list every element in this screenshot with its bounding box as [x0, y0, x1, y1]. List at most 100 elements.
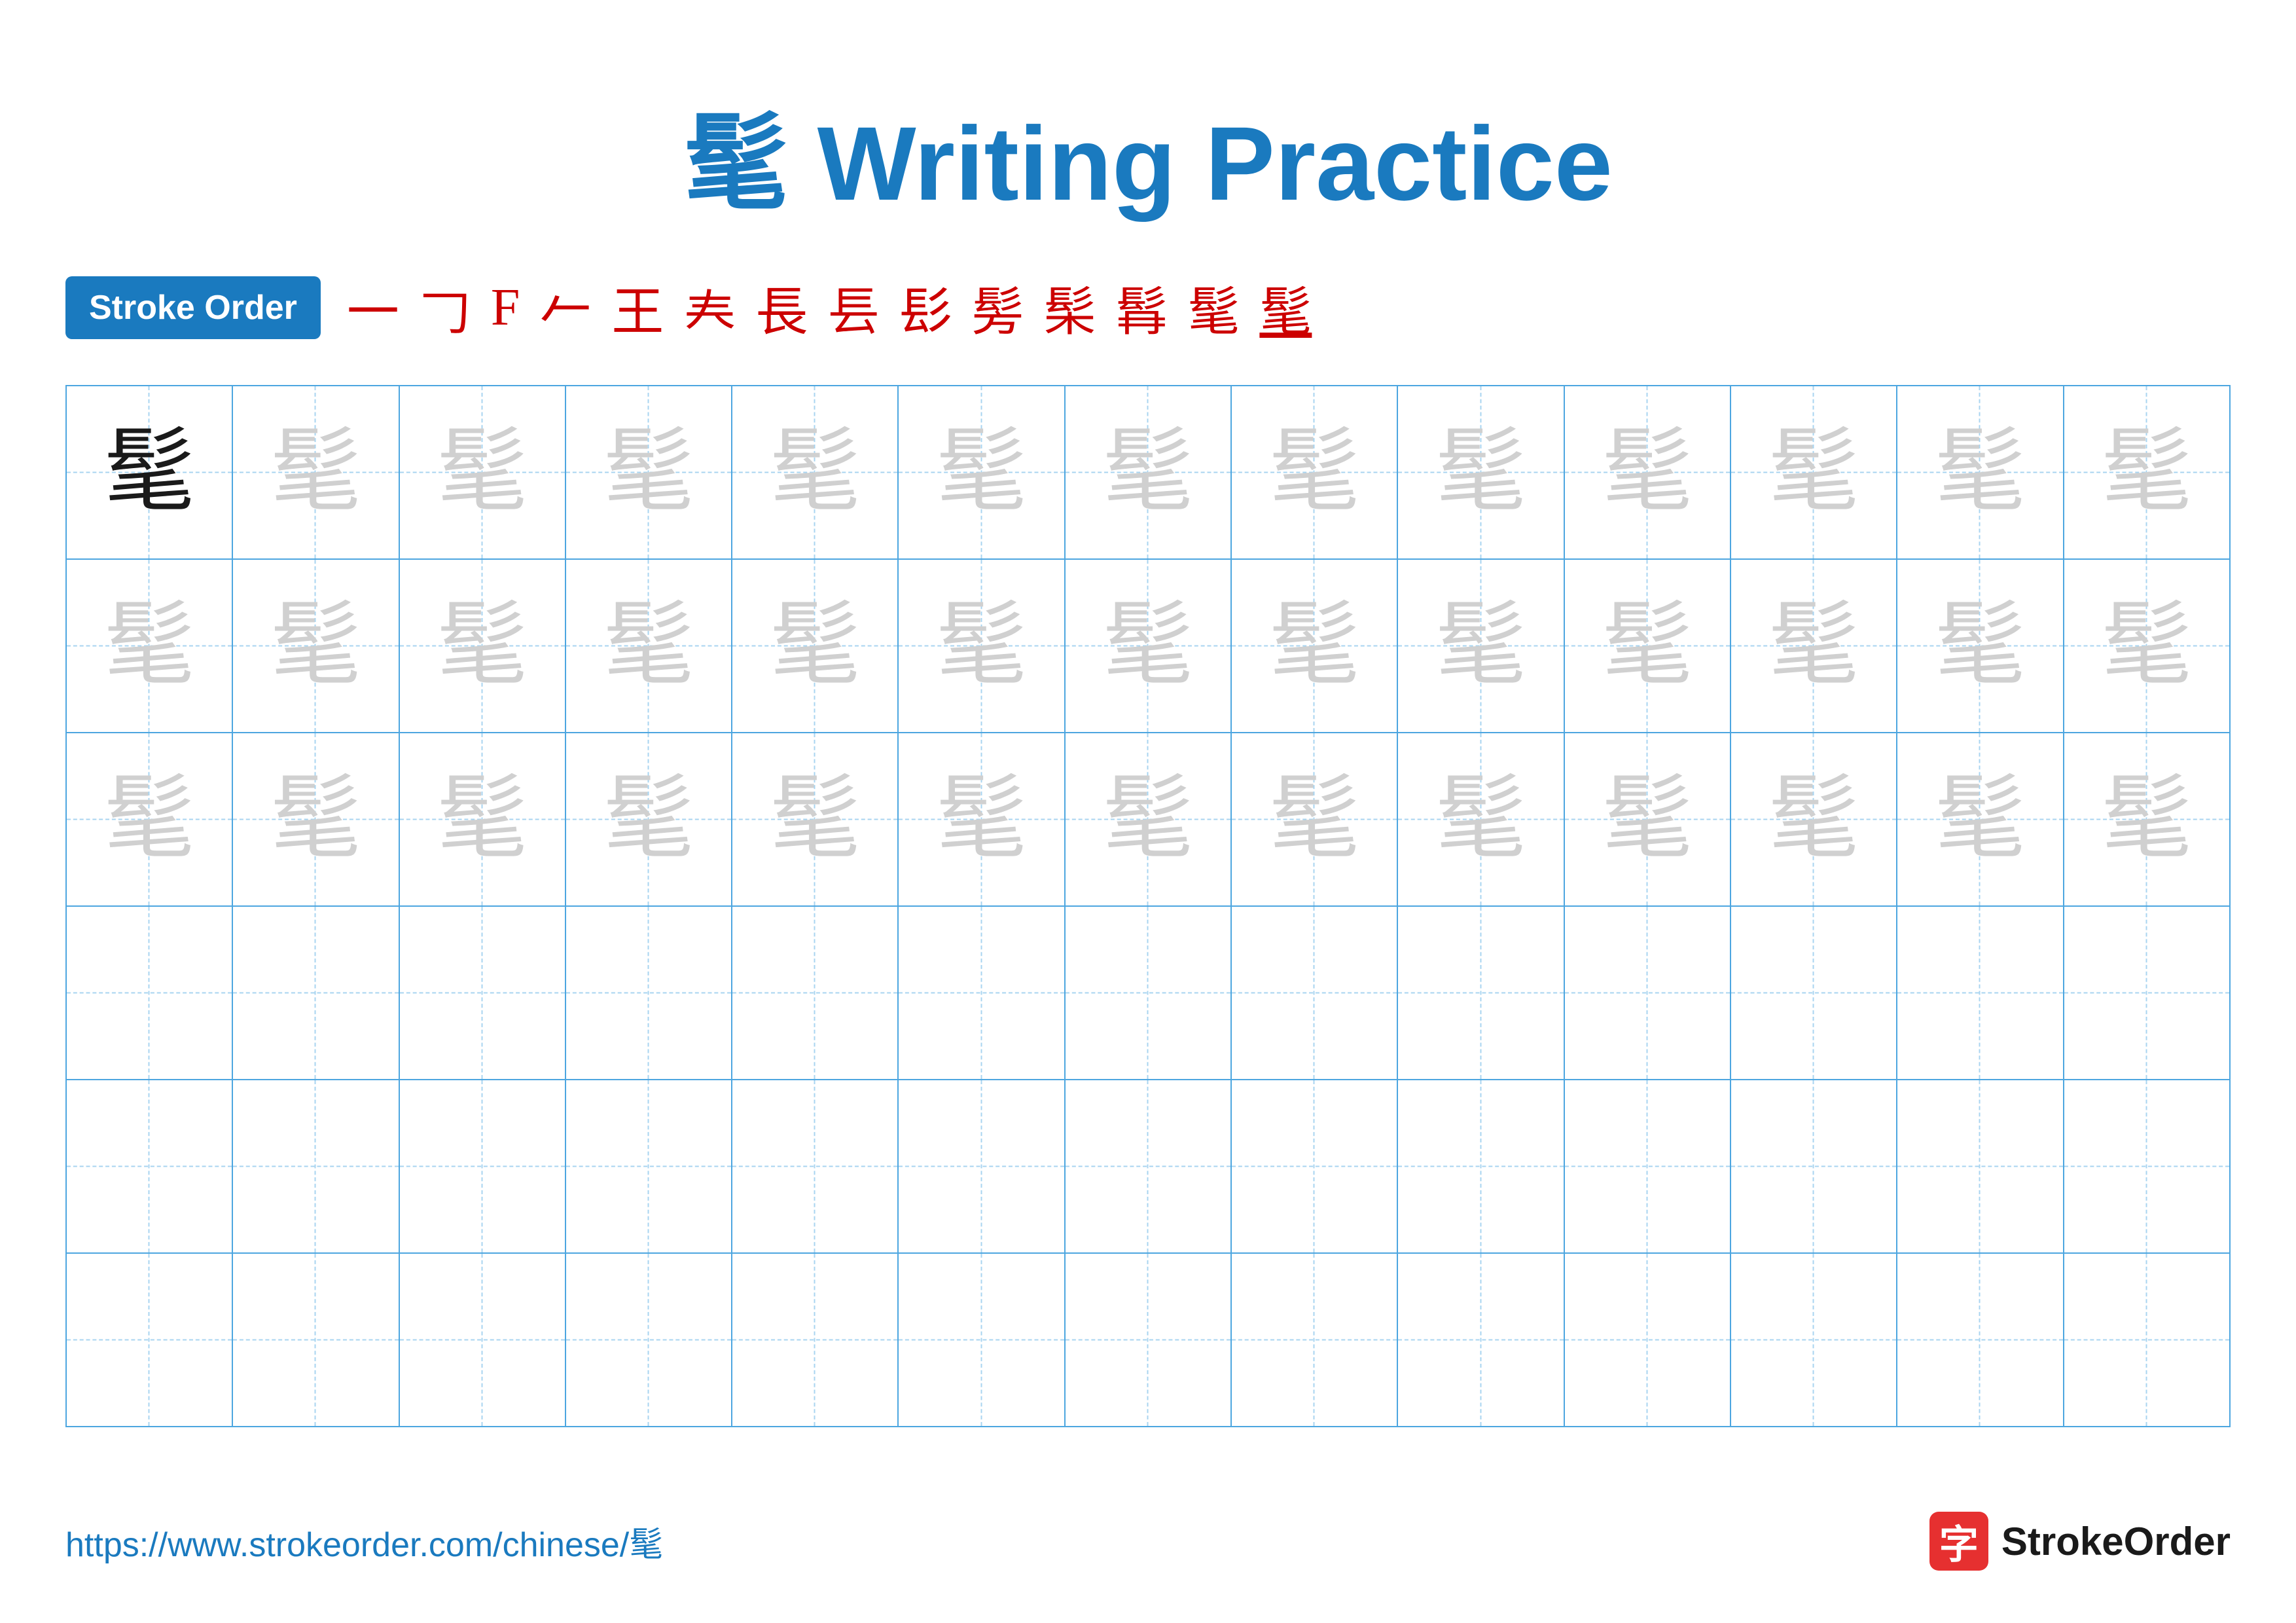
grid-cell [898, 1253, 1064, 1427]
guide-char: 髦 [1102, 422, 1194, 523]
grid-cell: 髦 [732, 386, 898, 559]
grid-cell: 髦 [898, 733, 1064, 906]
guide-char: 髦 [936, 422, 1028, 523]
guide-char: 髦 [270, 595, 361, 697]
grid-cell: 髦 [1065, 559, 1231, 733]
guide-char: 髦 [1934, 595, 2026, 697]
grid-cell: 髦 [898, 386, 1064, 559]
stroke-8: 镸 [827, 270, 880, 346]
grid-cell: 髦 [1065, 386, 1231, 559]
grid-row-6 [66, 1253, 2230, 1427]
grid-cell [1564, 1080, 1731, 1253]
grid-cell: 髦 [898, 559, 1064, 733]
stroke-10: 髣 [971, 270, 1024, 346]
grid-cell: 髦 [1065, 733, 1231, 906]
grid-cell: 髦 [1231, 733, 1397, 906]
grid-cell [1897, 1253, 2063, 1427]
grid-cell [1731, 906, 1897, 1080]
guide-char: 髦 [936, 595, 1028, 697]
stroke-3: F [491, 278, 520, 338]
grid-cell [1397, 906, 1564, 1080]
stroke-13: 髦 [1187, 270, 1240, 346]
guide-char: 髦 [1768, 769, 1859, 870]
footer-logo: 字 StrokeOrder [1929, 1512, 2231, 1571]
guide-char: 髦 [603, 422, 694, 523]
grid-cell: 髦 [1231, 559, 1397, 733]
grid-cell: 髦 [565, 386, 732, 559]
strokeorder-logo-icon: 字 [1929, 1512, 1988, 1571]
grid-cell [2064, 906, 2230, 1080]
grid-cell: 髦 [1564, 733, 1731, 906]
grid-cell [66, 1080, 232, 1253]
guide-char: 髦 [1435, 595, 1527, 697]
grid-cell: 髦 [732, 559, 898, 733]
guide-char: 髦 [936, 769, 1028, 870]
grid-cell: 髦 [232, 559, 399, 733]
grid-cell [232, 906, 399, 1080]
grid-cell: 髦 [565, 733, 732, 906]
grid-cell: 髦 [1731, 733, 1897, 906]
grid-cell [1231, 1080, 1397, 1253]
grid-cell [232, 1253, 399, 1427]
grid-cell [66, 906, 232, 1080]
guide-char: 髦 [437, 595, 528, 697]
grid-cell: 髦 [232, 386, 399, 559]
grid-cell: 髦 [1731, 386, 1897, 559]
grid-row-5 [66, 1080, 2230, 1253]
grid-cell [66, 1253, 232, 1427]
grid-cell: 髦 [1231, 386, 1397, 559]
stroke-12: 髥 [1115, 270, 1168, 346]
grid-cell: 髦 [732, 733, 898, 906]
grid-cell [232, 1080, 399, 1253]
stroke-4: 𠂉 [539, 270, 592, 346]
page: 髦 Writing Practice Stroke Order 一 𠃌 F 𠂉 … [0, 0, 2296, 1623]
guide-char: 髦 [1602, 769, 1693, 870]
practice-grid: 髦 髦 髦 髦 髦 髦 髦 髦 髦 髦 髦 髦 髦 髦 髦 髦 髦 [65, 385, 2231, 1427]
guide-char: 髦 [1268, 595, 1360, 697]
grid-cell [1397, 1253, 1564, 1427]
grid-cell [399, 1080, 565, 1253]
guide-char: 髦 [270, 769, 361, 870]
stroke-5: 王 [611, 270, 664, 346]
guide-char: 髦 [1102, 769, 1194, 870]
title-label: Writing Practice [788, 105, 1613, 222]
grid-cell [898, 1080, 1064, 1253]
guide-char: 髦 [1768, 595, 1859, 697]
grid-cell [1564, 906, 1731, 1080]
stroke-order-row: Stroke Order 一 𠃌 F 𠂉 王 𡗗 長 镸 髟 髣 髤 髥 髦 髦 [65, 270, 2231, 346]
guide-char: 髦 [437, 422, 528, 523]
stroke-2: 𠃌 [419, 270, 471, 346]
guide-char: 髦 [103, 769, 195, 870]
grid-cell: 髦 [1564, 386, 1731, 559]
guide-char: 髦 [1602, 595, 1693, 697]
guide-char: 髦 [769, 595, 861, 697]
grid-cell: 髦 [66, 559, 232, 733]
grid-cell [1564, 1253, 1731, 1427]
stroke-14: 髦 [1259, 270, 1312, 346]
guide-char: 髦 [769, 422, 861, 523]
grid-cell [565, 1253, 732, 1427]
guide-char: 髦 [103, 595, 195, 697]
grid-cell [1231, 906, 1397, 1080]
title-section: 髦 Writing Practice [65, 79, 2231, 230]
grid-cell: 髦 [399, 386, 565, 559]
grid-cell [898, 906, 1064, 1080]
grid-cell [1397, 1080, 1564, 1253]
grid-cell [2064, 1253, 2230, 1427]
grid-cell [1065, 906, 1231, 1080]
grid-cell [1897, 906, 2063, 1080]
guide-char: 髦 [603, 595, 694, 697]
guide-char: 髦 [1602, 422, 1693, 523]
example-char-black: 髦 [103, 422, 195, 523]
page-title: 髦 Writing Practice [683, 105, 1613, 222]
grid-cell: 髦 [2064, 733, 2230, 906]
title-character: 髦 [683, 105, 788, 222]
grid-row-3: 髦 髦 髦 髦 髦 髦 髦 髦 髦 髦 髦 髦 髦 [66, 733, 2230, 906]
strokeorder-logo-label: StrokeOrder [2001, 1519, 2231, 1564]
grid-cell [565, 906, 732, 1080]
stroke-1: 一 [347, 270, 399, 346]
grid-cell [399, 906, 565, 1080]
grid-cell [732, 1080, 898, 1253]
grid-cell: 髦 [565, 559, 732, 733]
grid-row-2: 髦 髦 髦 髦 髦 髦 髦 髦 髦 髦 髦 髦 髦 [66, 559, 2230, 733]
